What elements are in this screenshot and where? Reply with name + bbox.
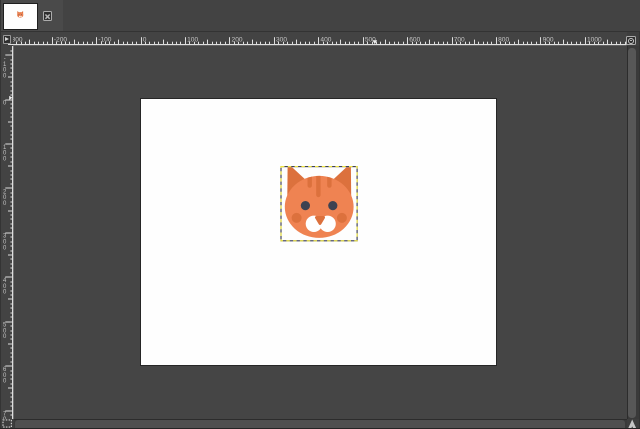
svg-text:400: 400 — [320, 36, 331, 43]
svg-text:0: 0 — [3, 73, 7, 79]
svg-text:0: 0 — [3, 378, 7, 384]
svg-text:0: 0 — [3, 334, 7, 340]
svg-text:0: 0 — [3, 156, 7, 162]
svg-text:900: 900 — [543, 36, 554, 43]
svg-text:0: 0 — [143, 36, 147, 43]
svg-text:700: 700 — [454, 36, 465, 43]
svg-text:0: 0 — [3, 100, 7, 106]
svg-text:0: 0 — [3, 200, 7, 206]
svg-text:0: 0 — [3, 289, 7, 295]
svg-text:0: 0 — [3, 245, 7, 251]
svg-text:800: 800 — [498, 36, 509, 43]
svg-text:200: 200 — [232, 36, 243, 43]
svg-text:600: 600 — [409, 36, 420, 43]
svg-text:100: 100 — [187, 36, 198, 43]
svg-text:300: 300 — [276, 36, 287, 43]
